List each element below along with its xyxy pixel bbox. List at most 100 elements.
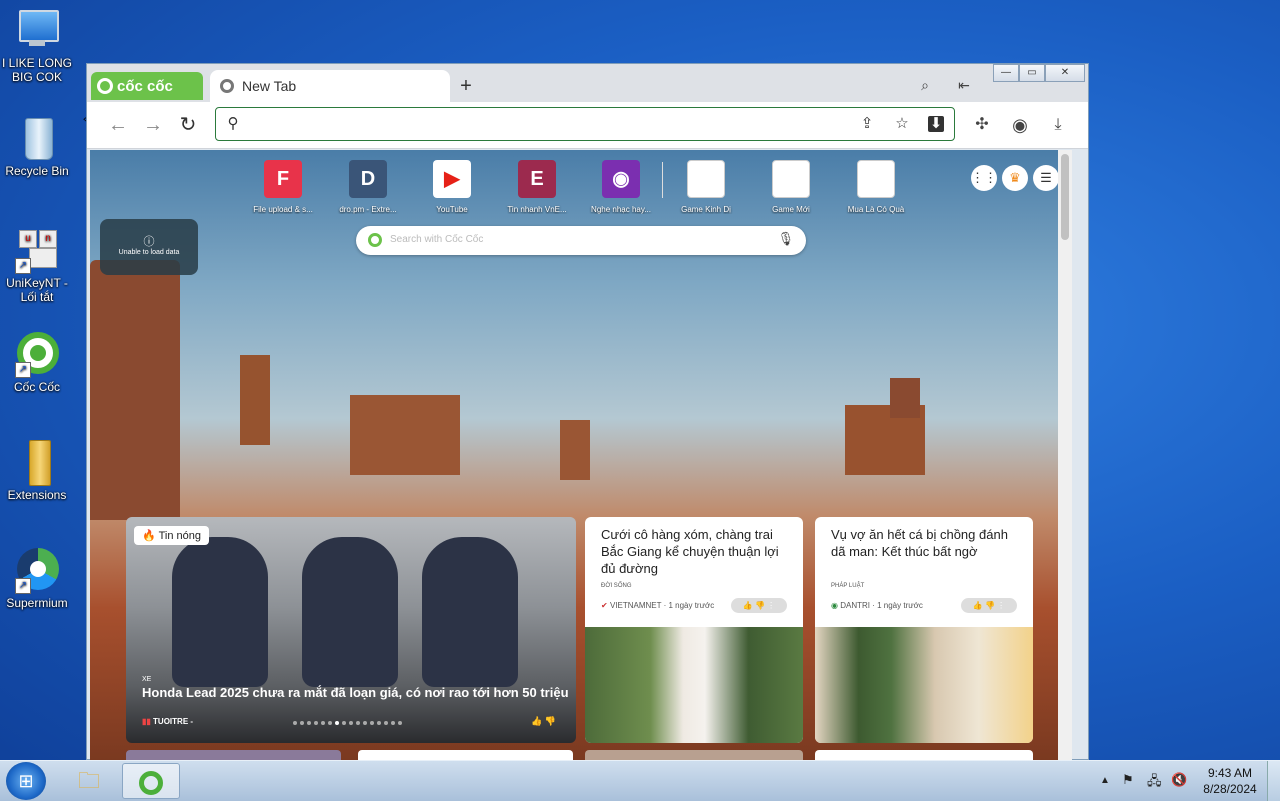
info-icon: ⓘ (143, 236, 155, 248)
quick-link[interactable]: Game Kinh Dị (666, 160, 746, 214)
brand-label: cốc cốc (117, 77, 173, 95)
settings-sliders-icon[interactable]: ☰ (1033, 165, 1059, 191)
show-hidden-icons[interactable]: ▲ (1100, 775, 1110, 786)
desktop-icon-extensions[interactable]: Extensions (0, 440, 74, 502)
desktop-icon-supermium[interactable]: ↗ Supermium (0, 548, 74, 610)
quick-link-label: Game Mới (772, 205, 810, 214)
forward-button[interactable]: → (140, 112, 166, 138)
quick-link[interactable]: ▶ YouTube (412, 160, 492, 214)
quick-link[interactable]: Game Mới (751, 160, 831, 214)
news-card-image (585, 627, 803, 743)
news-card[interactable]: Cưới cô hàng xóm, chàng trai Bắc Giang k… (585, 517, 803, 743)
carousel-dot-active[interactable] (335, 721, 339, 725)
desktop-icon-label: Supermium (6, 596, 68, 610)
quick-link[interactable]: F File upload & s... (243, 160, 323, 214)
page-scrollbar[interactable] (1058, 150, 1072, 761)
background-mesa (240, 355, 270, 445)
news-headline[interactable]: Honda Lead 2025 chưa ra mắt đã loạn giá,… (142, 685, 572, 700)
news-category: XE (142, 676, 152, 683)
carousel-dot[interactable] (293, 721, 297, 725)
browser-toolbar: ← → ↻ ⚲ ⇪ ☆ ⬇ ✣ ◉ ⤓ (87, 102, 1088, 149)
carousel-dot[interactable] (300, 721, 304, 725)
show-desktop-button[interactable] (1267, 761, 1280, 801)
weather-error-widget: ⓘ Unable to load data (100, 219, 198, 275)
desktop-icon-label: I LIKE LONG BIG COK (1, 56, 73, 84)
carousel-dot[interactable] (363, 721, 367, 725)
vote-buttons[interactable]: 👍 👎 ⋮ (731, 598, 787, 613)
news-card[interactable]: Vụ vợ ăn hết cá bị chồng đánh dã man: Kế… (815, 517, 1033, 743)
carousel-dot[interactable] (370, 721, 374, 725)
vote-buttons[interactable]: 👍 👎 ⋮ (961, 598, 1017, 613)
sidebar-toggle-icon[interactable]: ⇤ (953, 74, 975, 96)
bookmark-star-icon[interactable]: ☆ (892, 114, 912, 134)
carousel-dot[interactable] (307, 721, 311, 725)
broken-image-icon (772, 160, 810, 198)
network-icon[interactable]: 🖧 (1147, 772, 1162, 794)
news-card-title[interactable]: Vụ vợ ăn hết cá bị chồng đánh dã man: Kế… (831, 526, 1021, 560)
carousel-dot[interactable] (384, 721, 388, 725)
quick-link[interactable]: Mua Là Có Quà (836, 160, 916, 214)
tab-new-tab[interactable]: New Tab (210, 70, 450, 102)
tab-search-icon[interactable]: ⌕ (914, 74, 936, 96)
desktop-icon-unikey[interactable]: u n ↗ UniKeyNT - Lối tắt (0, 228, 74, 304)
carousel-dot[interactable] (377, 721, 381, 725)
microphone-icon[interactable]: 🎙 (777, 231, 794, 247)
hot-badge: 🔥 Tin nóng (134, 526, 209, 545)
carousel-dot[interactable] (314, 721, 318, 725)
carousel-dot[interactable] (342, 721, 346, 725)
reload-button[interactable]: ↻ (175, 112, 201, 138)
taskbar-explorer-button[interactable]: 🗀 (60, 763, 118, 799)
maximize-button[interactable]: ▭ (1019, 64, 1045, 82)
browser-window[interactable]: cốc cốc New Tab + ⌕ ⇤ — ▭ ✕ ← → ↻ ⚲ ⇪ ☆ … (86, 63, 1089, 761)
rewards-crown-icon[interactable]: ♛ (1002, 165, 1028, 191)
news-card-title[interactable]: Cưới cô hàng xóm, chàng trai Bắc Giang k… (601, 526, 791, 577)
news-image (422, 537, 518, 687)
desktop-icon-recycle-bin[interactable]: Recycle Bin (0, 116, 74, 178)
system-clock[interactable]: 9:43 AM 8/28/2024 (1190, 765, 1270, 797)
carousel-dot[interactable] (349, 721, 353, 725)
carousel-dot[interactable] (328, 721, 332, 725)
address-bar[interactable]: ⚲ ⇪ ☆ ⬇ (215, 107, 955, 141)
volume-muted-icon[interactable]: 🔇 (1171, 772, 1187, 788)
recycle-bin-icon (15, 116, 59, 160)
apps-grid-icon[interactable]: ⋮⋮ (971, 165, 997, 191)
carousel-dot[interactable] (321, 721, 325, 725)
extensions-icon[interactable]: ✣ (969, 112, 995, 138)
featured-news-card[interactable]: 🔥 Tin nóng XE Honda Lead 2025 chưa ra mắ… (126, 517, 576, 743)
back-button[interactable]: ← (105, 112, 131, 138)
background-mesa (890, 378, 920, 418)
folder-icon (15, 440, 59, 486)
download-page-icon[interactable]: ⬇ (928, 116, 944, 132)
page-search-box[interactable]: Search with Cốc Cốc 🎙 (356, 226, 806, 255)
close-button[interactable]: ✕ (1045, 64, 1085, 82)
quick-link[interactable]: ◉ Nghe nhạc hay... (581, 160, 661, 214)
scrollbar-thumb[interactable] (1061, 154, 1069, 240)
start-button[interactable]: ⊞ (6, 762, 46, 800)
taskbar-coccoc-button[interactable] (122, 763, 180, 799)
like-dislike-icon[interactable]: 👍 👎 (531, 716, 556, 727)
carousel-dot[interactable] (398, 721, 402, 725)
downloads-icon[interactable]: ⤓ (1045, 112, 1071, 138)
quick-link[interactable]: E Tin nhanh VnE... (497, 160, 577, 214)
quick-link-label: Game Kinh Dị (681, 205, 731, 214)
hot-badge-label: Tin nóng (158, 530, 201, 542)
quick-link[interactable]: D dro.pm - Extre... (328, 160, 408, 214)
source-logo-icon: ▮▮ (142, 717, 151, 726)
carousel-dot[interactable] (356, 721, 360, 725)
quick-link-label: Tin nhanh VnE... (507, 205, 567, 214)
news-source-label: TUOITRE - (153, 717, 194, 726)
share-icon[interactable]: ⇪ (857, 114, 877, 134)
tab-favicon-icon (220, 79, 234, 93)
coccoc-icon: ↗ (15, 332, 59, 378)
shortcut-arrow-icon: ↗ (15, 362, 31, 378)
new-tab-button[interactable]: + (454, 74, 478, 98)
action-center-flag-icon[interactable]: ⚑ (1122, 772, 1134, 788)
coccoc-menu-button[interactable]: cốc cốc (91, 72, 203, 100)
minimize-button[interactable]: — (993, 64, 1019, 82)
desktop-icon-computer[interactable]: I LIKE LONG BIG COK (0, 8, 74, 84)
desktop-icon-coccoc[interactable]: ↗ Cốc Cốc (0, 332, 74, 394)
carousel-dots[interactable] (293, 721, 402, 725)
carousel-dot[interactable] (391, 721, 395, 725)
profile-icon[interactable]: ◉ (1007, 112, 1033, 138)
news-card-category: ĐỜI SỐNG (601, 583, 632, 589)
